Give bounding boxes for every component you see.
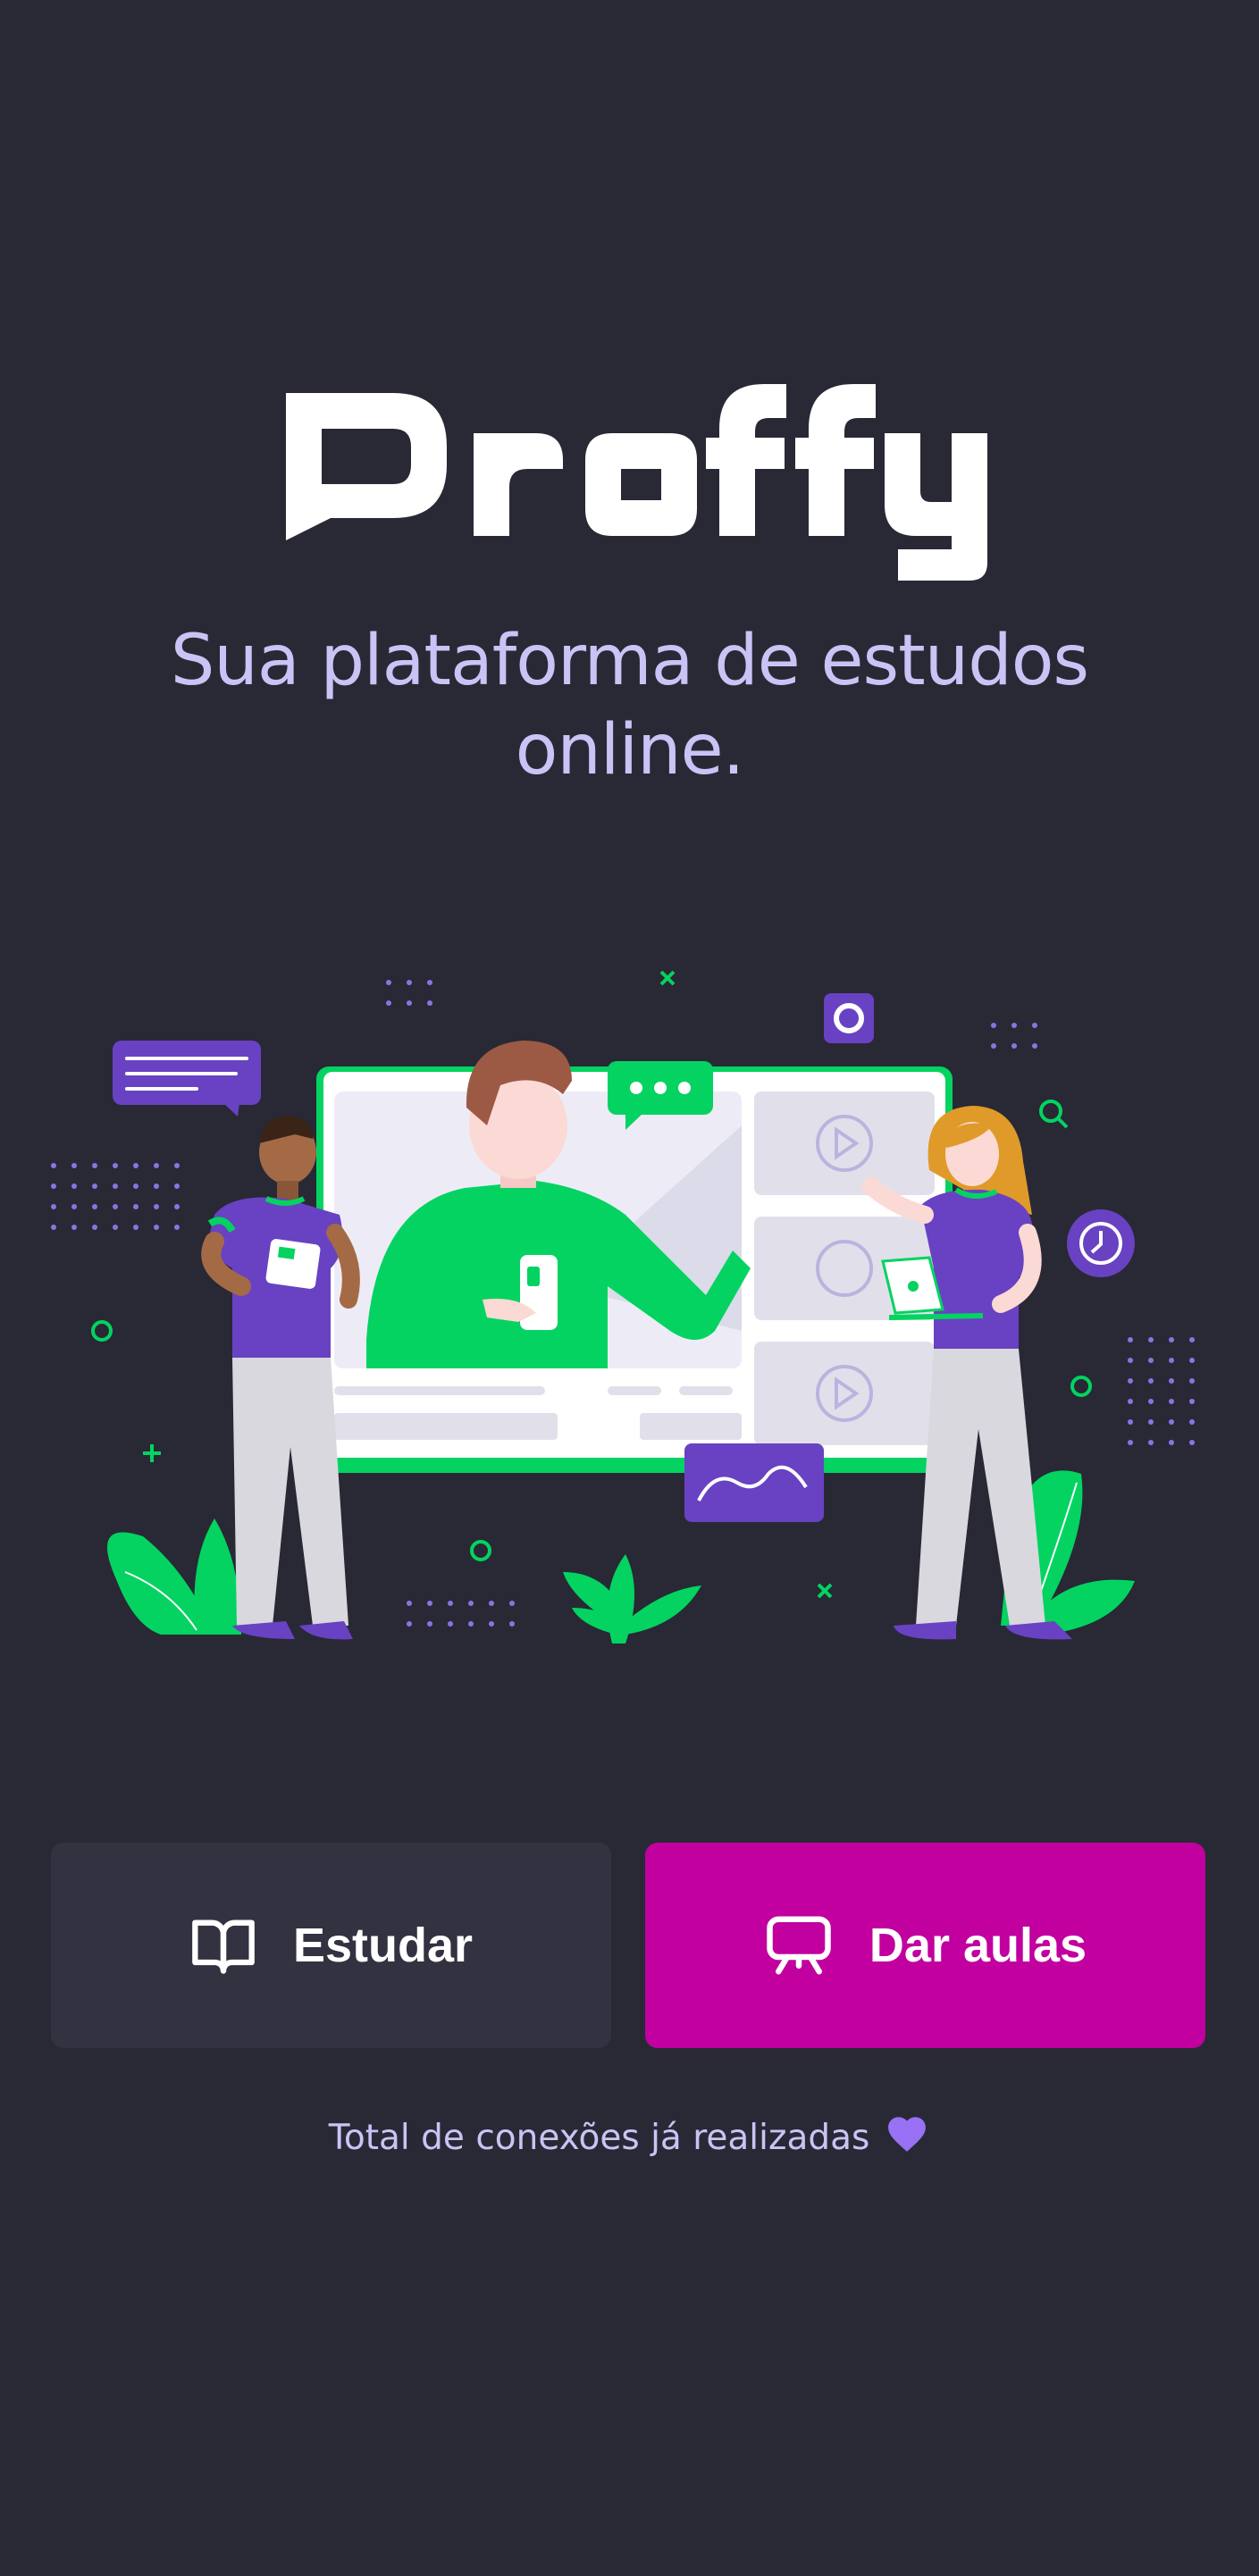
hero-illustration [36,947,1223,1661]
tagline: Sua plataforma de estudos online. [170,621,1089,790]
proffy-logo [268,375,991,590]
total-connections-text: Total de conexões já realizadas [328,2117,870,2158]
study-button-label: Estudar [292,1919,474,1972]
book-open-icon [189,1911,257,1979]
teach-button[interactable]: Dar aulas [645,1843,1205,2048]
purple-heart-icon [884,2112,930,2162]
teach-button-label: Dar aulas [869,1919,1087,1972]
total-connections: Total de conexões já realizadas [0,2112,1259,2162]
presentation-board-icon [764,1911,834,1980]
study-button[interactable]: Estudar [51,1843,611,2048]
